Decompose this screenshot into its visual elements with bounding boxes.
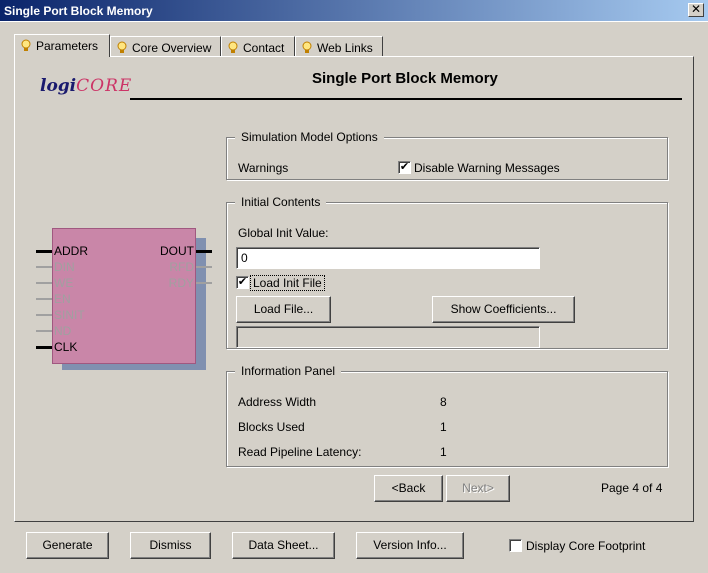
tab-contact[interactable]: Contact [221, 36, 295, 57]
tab-label: Web Links [317, 41, 373, 55]
next-button[interactable]: Next> [446, 475, 510, 502]
tab-label: Contact [243, 41, 285, 55]
pin-addr: ADDR [36, 244, 88, 258]
data-sheet-button[interactable]: Data Sheet... [232, 532, 335, 559]
pin-rdy: RDY [169, 276, 212, 290]
generate-button[interactable]: Generate [26, 532, 109, 559]
global-init-field[interactable]: 0 [236, 247, 540, 269]
info-label-address-width: Address Width [238, 395, 317, 409]
tab-core-overview[interactable]: Core Overview [110, 36, 221, 57]
load-file-button[interactable]: Load File... [236, 296, 331, 323]
tab-label: Parameters [36, 39, 99, 53]
pin-nd: ND [36, 324, 71, 338]
pin-din: DIN [36, 260, 75, 274]
global-init-label: Global Init Value: [238, 226, 329, 240]
disable-warnings-checkbox[interactable]: ✔ [398, 161, 411, 174]
info-label-read-latency: Read Pipeline Latency: [238, 445, 362, 459]
pin-rfd: RFD [169, 260, 212, 274]
info-value-address-width: 8 [440, 395, 447, 409]
lightbulb-icon [21, 39, 31, 51]
info-value-read-latency: 1 [440, 445, 447, 459]
pin-en: EN [36, 292, 71, 306]
pin-we: WE [36, 276, 73, 290]
group-label: Initial Contents [235, 195, 327, 209]
tab-label: Core Overview [132, 41, 212, 55]
display-footprint-label[interactable]: Display Core Footprint [526, 539, 645, 553]
check-icon: ✔ [237, 276, 248, 288]
version-info-button[interactable]: Version Info... [356, 532, 464, 559]
window-title: Single Port Block Memory [4, 4, 153, 18]
close-button[interactable]: ✕ [688, 3, 704, 17]
init-file-path-field [236, 326, 540, 348]
lightbulb-icon [228, 41, 238, 53]
page-indicator: Page 4 of 4 [601, 481, 663, 495]
disable-warnings-label[interactable]: Disable Warning Messages [414, 161, 560, 175]
dismiss-button[interactable]: Dismiss [130, 532, 211, 559]
title-divider [130, 98, 682, 100]
close-icon: ✕ [690, 2, 702, 16]
check-icon: ✔ [399, 161, 410, 173]
tab-web-links[interactable]: Web Links [295, 36, 383, 57]
load-init-file-checkbox[interactable]: ✔ [236, 276, 249, 289]
show-coefficients-button[interactable]: Show Coefficients... [432, 296, 575, 323]
display-footprint-checkbox[interactable] [509, 539, 522, 552]
pin-clk: CLK [36, 340, 77, 354]
back-button[interactable]: <Back [374, 475, 443, 502]
warnings-label: Warnings [238, 161, 289, 175]
lightbulb-icon [117, 41, 127, 53]
page-title: Single Port Block Memory [312, 70, 498, 87]
pin-dout: DOUT [160, 244, 212, 258]
lightbulb-icon [302, 41, 312, 53]
info-label-blocks-used: Blocks Used [238, 420, 305, 434]
group-label: Simulation Model Options [235, 130, 384, 144]
info-value-blocks-used: 1 [440, 420, 447, 434]
group-label: Information Panel [235, 364, 342, 378]
logicore-logo: logiCORE [40, 76, 133, 96]
pin-sinit: SINIT [36, 308, 85, 322]
title-bar: Single Port Block Memory ✕ [0, 0, 708, 22]
load-init-file-label[interactable]: Load Init File [250, 275, 325, 291]
tab-parameters[interactable]: Parameters [14, 34, 110, 57]
